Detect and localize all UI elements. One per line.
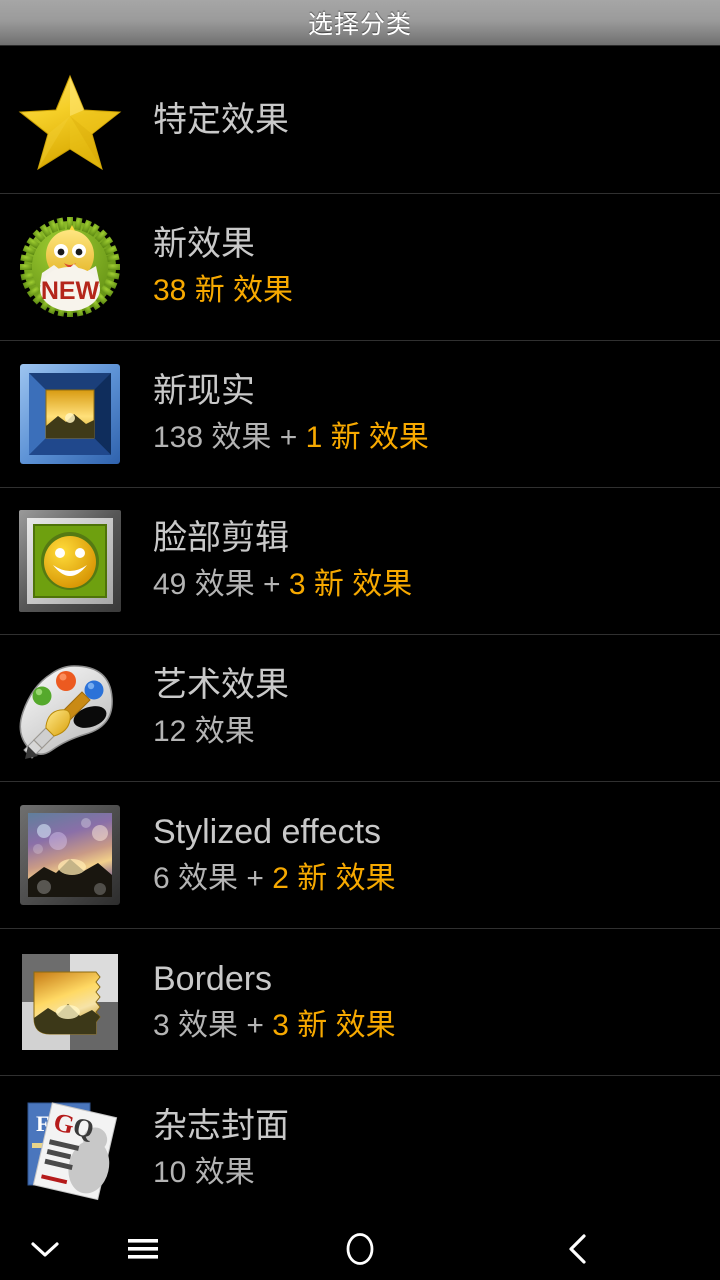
subtitle-count: 12 效果 <box>153 714 255 748</box>
hamburger-menu-icon <box>121 1232 165 1266</box>
back-button[interactable] <box>533 1218 623 1280</box>
list-item-subtitle: 12 效果 <box>153 712 289 751</box>
list-item-subtitle: 49 效果 + 3 新 效果 <box>153 565 412 604</box>
list-item-subtitle: 6 效果 + 2 新 效果 <box>153 859 396 898</box>
menu-button[interactable] <box>98 1218 188 1280</box>
list-item-subtitle: 138 效果 + 1 新 效果 <box>153 418 429 457</box>
title-bar: 选择分类 <box>0 0 720 46</box>
silver-frame-smiley-icon <box>15 506 125 616</box>
list-item[interactable]: NEW 新效果 38 新 效果 <box>0 194 720 341</box>
list-item[interactable]: 艺术效果 12 效果 <box>0 635 720 782</box>
torn-border-photo-icon <box>15 947 125 1057</box>
paint-palette-icon <box>15 653 125 763</box>
subtitle-count: 49 效果 + <box>153 567 289 601</box>
list-item-title: 新效果 <box>153 225 255 264</box>
subtitle-new-count: 2 新 效果 <box>272 861 396 895</box>
home-button[interactable] <box>315 1218 405 1280</box>
list-item[interactable]: 特定效果 <box>0 47 720 194</box>
page-title: 选择分类 <box>307 10 412 39</box>
list-item[interactable]: Borders 3 效果 + 3 新 效果 <box>0 929 720 1076</box>
magazine-covers-icon: Fo G Q <box>15 1094 125 1204</box>
list-item[interactable]: Fo G Q 杂志封面 1 <box>0 1076 720 1218</box>
list-item[interactable]: Stylized effects 6 效果 + 2 新 效果 <box>0 782 720 929</box>
list-item-title: 杂志封面 <box>153 1107 289 1146</box>
list-item-subtitle: 38 新 效果 <box>153 271 293 310</box>
list-item-subtitle: 3 效果 + 3 新 效果 <box>153 1006 396 1045</box>
list-item-subtitle: 10 效果 <box>153 1153 289 1192</box>
subtitle-new-count: 3 新 效果 <box>272 1008 396 1042</box>
system-navigation-bar <box>0 1218 720 1280</box>
list-item-title: Stylized effects <box>153 813 382 852</box>
list-item-title: 新现实 <box>153 372 255 411</box>
list-item-texts: 脸部剪辑 49 效果 + 3 新 效果 <box>153 518 412 603</box>
list-item-texts: 艺术效果 12 效果 <box>153 665 289 750</box>
list-item-title: 脸部剪辑 <box>153 519 289 558</box>
bokeh-sunset-frame-icon <box>15 800 125 910</box>
subtitle-new-count: 1 新 效果 <box>305 420 429 454</box>
list-item-title: 特定效果 <box>153 100 289 139</box>
new-chick-badge-icon: NEW <box>15 212 125 322</box>
subtitle-count: 10 效果 <box>153 1155 255 1189</box>
svg-text:NEW: NEW <box>41 277 100 305</box>
list-item-texts: 杂志封面 10 效果 <box>153 1106 289 1191</box>
chevron-down-icon <box>25 1234 65 1264</box>
list-item-texts: Stylized effects 6 效果 + 2 新 效果 <box>153 812 396 897</box>
list-item[interactable]: 脸部剪辑 49 效果 + 3 新 效果 <box>0 488 720 635</box>
subtitle-count: 138 效果 + <box>153 420 306 454</box>
subtitle-new-count: 38 新 效果 <box>153 273 294 307</box>
subtitle-new-count: 3 新 效果 <box>288 567 413 601</box>
hide-keyboard-button[interactable] <box>0 1218 90 1280</box>
list-item-title: Borders <box>153 960 273 999</box>
list-item-texts: 特定效果 <box>153 100 289 140</box>
gold-star-icon <box>15 65 125 175</box>
subtitle-count: 6 效果 + <box>153 861 273 895</box>
list-item-texts: Borders 3 效果 + 3 新 效果 <box>153 959 396 1044</box>
list-item[interactable]: 新现实 138 效果 + 1 新 效果 <box>0 341 720 488</box>
list-item-texts: 新现实 138 效果 + 1 新 效果 <box>153 371 429 456</box>
blue-frame-photo-icon <box>15 359 125 469</box>
app-root: 选择分类 特定效果 NEW 新效果 38 新 效果 新现实 138 效果 + 1… <box>0 0 720 1280</box>
subtitle-count: 3 效果 + <box>153 1008 273 1042</box>
list-item-title: 艺术效果 <box>153 666 289 705</box>
list-item-texts: 新效果 38 新 效果 <box>153 224 293 309</box>
circle-home-icon <box>338 1227 382 1271</box>
chevron-left-icon <box>561 1228 595 1270</box>
category-list[interactable]: 特定效果 NEW 新效果 38 新 效果 新现实 138 效果 + 1 新 效果… <box>0 47 720 1218</box>
